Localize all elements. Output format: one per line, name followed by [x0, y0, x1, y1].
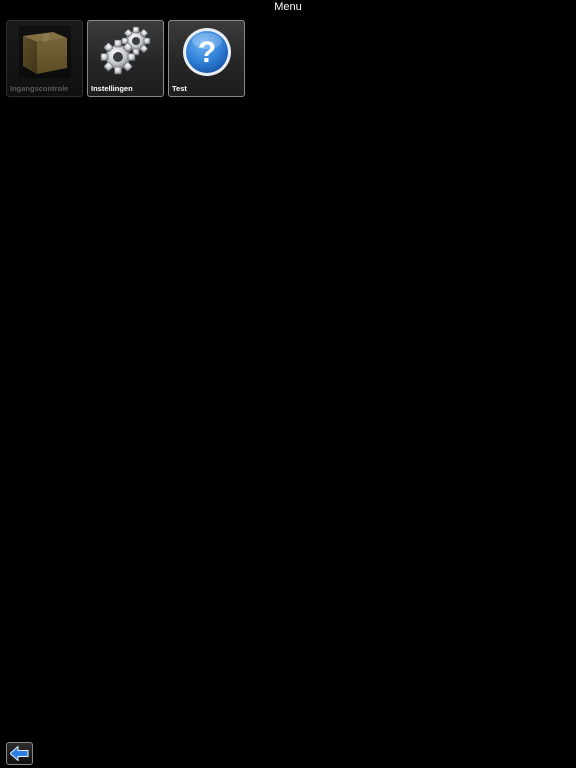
back-button[interactable] [6, 742, 33, 765]
test-tile[interactable]: ? Test [168, 20, 245, 97]
menu-screen: Menu Ingangscontrole Instellingen ? Test [0, 0, 576, 768]
svg-text:?: ? [198, 36, 216, 69]
instellingen-tile[interactable]: Instellingen [87, 20, 164, 97]
tile-label: Test [172, 84, 187, 93]
tile-label: Instellingen [91, 84, 133, 93]
menu-tiles: Ingangscontrole Instellingen ? Test [6, 20, 249, 97]
page-title: Menu [274, 1, 302, 13]
tile-label: Ingangscontrole [10, 84, 69, 93]
ingangscontrole-tile: Ingangscontrole [6, 20, 83, 97]
box-icon [19, 26, 71, 78]
gears-icon [100, 26, 152, 78]
back-arrow-icon [10, 746, 29, 761]
help-icon: ? [181, 26, 233, 78]
